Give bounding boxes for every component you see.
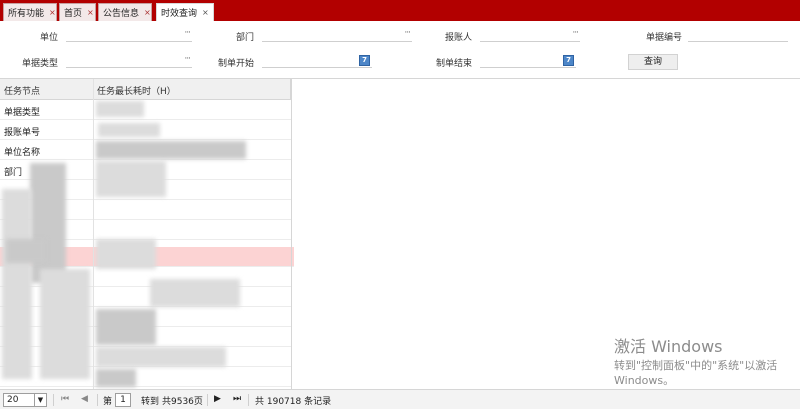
tab-timeliness-query[interactable]: 时效查询 × xyxy=(156,3,214,21)
obscured-cell xyxy=(96,369,136,387)
doc-no-label: 单据编号 xyxy=(645,33,682,43)
tab-home[interactable]: 首页 × xyxy=(59,3,96,21)
query-button[interactable]: 查询 xyxy=(628,54,678,70)
obscured-cell xyxy=(6,239,46,263)
unit-field[interactable]: ··· xyxy=(66,28,192,42)
total-pages: 共9536页 xyxy=(162,397,203,407)
more-icon[interactable]: ··· xyxy=(184,54,191,64)
unit-label: 单位 xyxy=(39,33,58,43)
tab-announcements[interactable]: 公告信息 × xyxy=(98,3,152,21)
obscured-cell xyxy=(98,123,160,137)
divider xyxy=(207,394,208,406)
obscured-cell xyxy=(96,239,156,269)
tab-label: 首页 xyxy=(64,9,83,19)
obscured-cell xyxy=(2,189,32,379)
page-prefix: 第 xyxy=(103,397,113,407)
end-date-field[interactable]: 7 xyxy=(480,54,576,68)
tab-label: 所有功能 xyxy=(8,9,45,19)
activation-watermark-text: Windows。 xyxy=(614,374,675,387)
obscured-cell xyxy=(150,279,240,307)
grid-header: 任务节点 任务最长耗时（H） xyxy=(0,79,291,100)
prev-page-icon[interactable]: ◀ xyxy=(81,394,88,404)
filter-panel: 单位 ··· 部门 ··· 报账人 ··· 单据编号 单据类型 ··· 制单开始… xyxy=(0,21,800,75)
divider xyxy=(248,394,249,406)
close-icon[interactable]: × xyxy=(49,8,56,17)
page-number-input[interactable]: 1 xyxy=(115,393,131,407)
reporter-field[interactable]: ··· xyxy=(480,28,580,42)
start-date-field[interactable]: 7 xyxy=(262,54,372,68)
obscured-cell xyxy=(96,161,166,197)
doc-type-label: 单据类型 xyxy=(21,59,58,69)
obscured-cell xyxy=(96,141,246,159)
row-label: 单位名称 xyxy=(4,148,41,158)
goto-label[interactable]: 转到 xyxy=(141,394,159,407)
more-icon[interactable]: ··· xyxy=(404,28,411,38)
calendar-icon[interactable]: 7 xyxy=(563,55,574,66)
table-row[interactable]: 单据类型 xyxy=(0,100,292,120)
divider xyxy=(97,394,98,406)
page-size-value: 20 xyxy=(7,395,19,405)
more-icon[interactable]: ··· xyxy=(184,28,191,38)
tab-label: 时效查询 xyxy=(161,9,198,19)
row-label: 单据类型 xyxy=(4,108,41,118)
total-records: 共 190718 条记录 xyxy=(255,397,332,407)
column-header-max-duration[interactable]: 任务最长耗时（H） xyxy=(97,84,176,97)
dept-label: 部门 xyxy=(235,33,254,43)
tab-label: 公告信息 xyxy=(103,9,140,19)
tab-all-functions[interactable]: 所有功能 × xyxy=(3,3,57,21)
grid-right-border xyxy=(291,79,292,389)
page-size-select[interactable]: 20 ▼ xyxy=(3,393,47,407)
doc-no-field[interactable] xyxy=(688,28,788,42)
row-label: 部门 xyxy=(4,168,23,178)
close-icon[interactable]: × xyxy=(202,8,209,17)
obscured-cell xyxy=(30,163,66,283)
reporter-label: 报账人 xyxy=(444,33,472,43)
column-divider xyxy=(93,79,94,389)
end-date-label: 制单结束 xyxy=(435,59,472,69)
divider xyxy=(53,394,54,406)
doc-type-field[interactable]: ··· xyxy=(66,54,192,68)
obscured-cell xyxy=(96,101,144,117)
more-icon[interactable]: ··· xyxy=(572,28,579,38)
activation-watermark-text: 转到"控制面板"中的"系统"以激活 xyxy=(614,359,778,372)
next-page-icon[interactable]: ▶ xyxy=(214,394,221,404)
activation-watermark-title: 激活 Windows xyxy=(614,337,723,356)
chevron-down-icon[interactable]: ▼ xyxy=(34,394,46,406)
column-header-task-node[interactable]: 任务节点 xyxy=(4,84,40,97)
obscured-cell xyxy=(96,309,156,345)
close-icon[interactable]: × xyxy=(87,8,94,17)
close-icon[interactable]: × xyxy=(144,8,151,17)
calendar-icon[interactable]: 7 xyxy=(359,55,370,66)
row-label: 报账单号 xyxy=(4,128,41,138)
obscured-cell xyxy=(40,269,90,379)
obscured-cell xyxy=(96,347,226,367)
pagination-bar: 20 ▼ ⏮ ◀ 第 1 转到 共9536页 ▶ ⏭ 共 190718 条记录 xyxy=(0,389,800,409)
tab-bar: 所有功能 × 首页 × 公告信息 × 时效查询 × xyxy=(0,0,800,21)
dept-field[interactable]: ··· xyxy=(262,28,412,42)
last-page-icon[interactable]: ⏭ xyxy=(233,394,241,404)
start-date-label: 制单开始 xyxy=(217,59,254,69)
first-page-icon[interactable]: ⏮ xyxy=(61,394,69,404)
